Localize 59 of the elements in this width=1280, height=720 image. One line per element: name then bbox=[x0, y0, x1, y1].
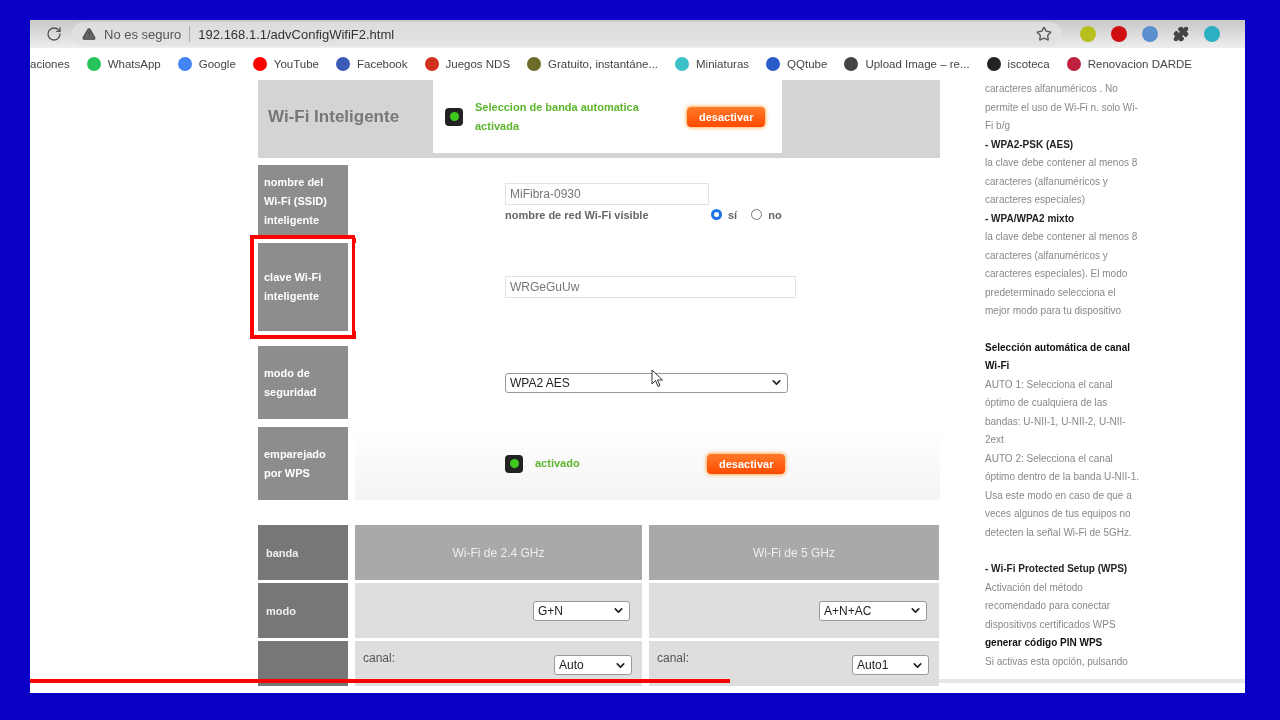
radio-button[interactable] bbox=[711, 209, 722, 220]
row-label: nombre del Wi-Fi (SSID) inteligente bbox=[258, 165, 348, 238]
reload-icon[interactable] bbox=[46, 26, 62, 42]
row-label: modo bbox=[258, 583, 348, 638]
ssid-field[interactable]: MiFibra-0930 bbox=[505, 182, 709, 205]
bookmark[interactable]: Facebook bbox=[336, 57, 408, 71]
field-label: canal: bbox=[657, 651, 690, 665]
bookmark[interactable]: aciones bbox=[30, 58, 70, 70]
bookmark[interactable]: Upload Image – re... bbox=[844, 57, 970, 71]
help-text: la clave debe contener al menos 8 caracteres (alfanuméricos y caracteres especiales) bbox=[985, 156, 1139, 207]
bookmark[interactable]: WhatsApp bbox=[86, 57, 161, 71]
security-label: No es seguro bbox=[104, 26, 182, 42]
password-field[interactable]: WRGeGuUw bbox=[505, 276, 796, 298]
help-heading: - WPA/WPA2 mixto bbox=[985, 211, 1076, 226]
extension-icon[interactable] bbox=[1142, 26, 1158, 42]
star-icon[interactable] bbox=[1036, 26, 1052, 42]
help-text: Si activas esta opción, pulsando bbox=[985, 654, 1129, 669]
radio-label: no bbox=[768, 208, 782, 221]
extension-icon[interactable] bbox=[1111, 26, 1127, 42]
row-label: emparejado por WPS bbox=[258, 427, 348, 500]
help-text: AUTO 1: Selecciona el canal óptimo de cualquiera de las bandas: U-NII-1, U-NII-2, U-NII-2ext bbox=[985, 377, 1127, 447]
bookmark[interactable]: Renovacion DARDE bbox=[1066, 57, 1192, 71]
url-text: 192.168.1.1/advConfigWifiF2.html bbox=[198, 26, 396, 42]
bookmark[interactable]: Miniaturas bbox=[675, 57, 750, 71]
video-progress-bar[interactable] bbox=[30, 679, 1245, 683]
help-heading: generar código PIN WPS bbox=[985, 636, 1104, 650]
band-header: Wi-Fi de 2.4 GHz bbox=[355, 525, 642, 580]
help-heading: Selección automática de canal Wi-Fi bbox=[985, 340, 1132, 373]
puzzle-icon[interactable] bbox=[1173, 26, 1189, 42]
bookmark[interactable]: YouTube bbox=[252, 57, 319, 71]
help-heading: - WPA2-PSK (AES) bbox=[985, 137, 1075, 152]
mode-select[interactable]: G+N bbox=[533, 600, 630, 621]
section-title: Wi-Fi Inteligente bbox=[268, 107, 401, 127]
help-text: AUTO 2: Selecciona el canal óptimo dentro de la banda U-NII-1. Usa este modo en caso de que a veces algunos de tus equipos no detecten la señal Wi-Fi de 5GHz. bbox=[985, 451, 1140, 540]
help-heading: - Wi-Fi Protected Setup (WPS) bbox=[985, 562, 1129, 576]
warning-icon bbox=[82, 27, 96, 41]
cursor-icon bbox=[651, 369, 664, 388]
bookmark[interactable]: QQtube bbox=[766, 57, 828, 71]
channel-select[interactable]: Auto1 bbox=[852, 655, 929, 675]
row-label: banda bbox=[258, 525, 348, 580]
radio-label: sí bbox=[728, 208, 738, 221]
channel-select[interactable]: Auto bbox=[554, 655, 632, 675]
bookmark[interactable]: Juegos NDS bbox=[424, 57, 511, 71]
status-text: Seleccion de banda automatica activada bbox=[475, 99, 640, 134]
field-label: nombre de red Wi-Fi visible bbox=[505, 208, 650, 221]
address-bar[interactable]: No es seguro 192.168.1.1/advConfigWifiF2.html bbox=[72, 22, 1062, 46]
row-label: modo de seguridad bbox=[258, 346, 348, 419]
mode-select[interactable]: A+N+AC bbox=[819, 600, 927, 621]
status-text: activado bbox=[535, 456, 581, 471]
help-text: la clave debe contener al menos 8 caracteres (alfanuméricos y caracteres especiales). El modo predeterminado selecciona el mejor modo para tu dispositivo bbox=[985, 230, 1139, 318]
help-text: Activación del método recomendado para conectar dispositivos certificados WPS bbox=[985, 580, 1117, 632]
bookmark[interactable]: iscoteca bbox=[986, 57, 1050, 71]
security-select[interactable]: WPA2 AES bbox=[505, 372, 788, 393]
band-header: Wi-Fi de 5 GHz bbox=[649, 525, 939, 580]
help-text: caracteres alfanuméricos . No permite el uso de Wi-Fi n. solo Wi-Fi b/g bbox=[985, 82, 1139, 133]
bookmark[interactable]: Google bbox=[177, 57, 236, 71]
bookmark[interactable]: Gratuito, instantáne... bbox=[527, 57, 659, 71]
row-label: clave Wi-Fi inteligente bbox=[258, 243, 348, 331]
field-label: canal: bbox=[363, 651, 396, 665]
